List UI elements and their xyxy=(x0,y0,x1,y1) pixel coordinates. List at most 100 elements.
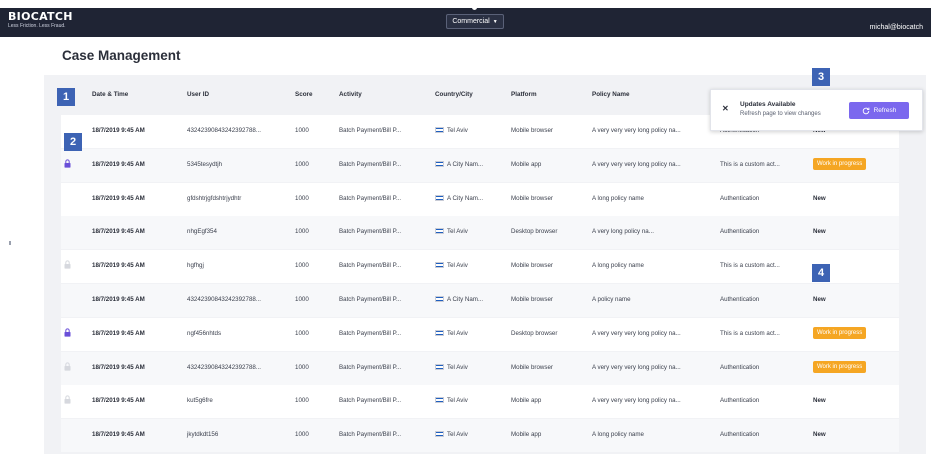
cell-rule: Authentication xyxy=(720,397,760,405)
toast-title: Updates Available xyxy=(740,101,796,108)
lock-icon[interactable] xyxy=(64,260,71,269)
cell-score: 1000 xyxy=(295,329,309,337)
user-menu[interactable]: michal@biocatch xyxy=(870,24,923,31)
table-row[interactable]: 18/7/2019 9:45 AM nhgEgf354 1000 Batch Paym… xyxy=(61,216,899,250)
toast-message: Refresh page to view changes xyxy=(740,111,821,117)
cell-policy-name: A very very very long policy na... xyxy=(592,397,681,405)
cell-user-id: 43242390843242392788... xyxy=(187,363,261,371)
cell-score: 1000 xyxy=(295,262,309,270)
cell-user-id: gfdshtrjgfdshtrjydhtr xyxy=(187,194,242,202)
cell-date: 18/7/2019 9:45 AM xyxy=(92,160,145,168)
callout-marker-1: 1 xyxy=(57,88,75,106)
environment-select[interactable]: Commercial ▼ xyxy=(446,14,504,29)
cell-activity: Batch Payment/Bill P... xyxy=(339,397,402,405)
column-header-date[interactable]: Date & Time xyxy=(92,91,128,98)
close-icon[interactable]: ✕ xyxy=(722,104,729,113)
cell-rule: Authentication xyxy=(720,194,760,202)
cell-policy-name: A long policy name xyxy=(592,262,644,270)
israel-flag-icon xyxy=(435,127,444,133)
cell-activity: Batch Payment/Bill P... xyxy=(339,194,402,202)
table-row[interactable]: 18/7/2019 9:45 AM gfdshtrjgfdshtrjydhtr 10… xyxy=(61,182,899,216)
israel-flag-icon xyxy=(435,228,444,235)
lock-icon[interactable] xyxy=(64,362,71,371)
callout-marker-2: 2 xyxy=(64,133,82,151)
city-label: Tel Aviv xyxy=(447,431,468,439)
column-header-score[interactable]: Score xyxy=(295,91,313,98)
table-row[interactable]: 18/7/2019 9:45 AM hgfhgj 1000 Batch Payment… xyxy=(61,250,899,284)
cell-platform: Desktop browser xyxy=(511,228,558,236)
cell-activity: Batch Payment/Bill P... xyxy=(339,160,402,168)
cell-policy-name: A very very very long policy na... xyxy=(592,363,681,371)
logo-tagline: Less Friction. Less Fraud. xyxy=(8,23,66,29)
israel-flag-icon xyxy=(435,194,444,201)
cell-platform: Mobile app xyxy=(511,431,542,439)
israel-flag-icon xyxy=(435,363,444,370)
cell-city: A City Nam... xyxy=(435,296,483,303)
cell-rule: Authentication xyxy=(720,296,760,303)
table-row[interactable]: 18/7/2019 9:45 AM 43242390843242392788...… xyxy=(61,284,899,317)
cell-date: 18/7/2019 9:45 AM xyxy=(92,228,145,236)
cell-score: 1000 xyxy=(295,296,309,303)
table-row[interactable]: 18/7/2019 9:45 AM kut5g6fre 1000 Batch Paym… xyxy=(61,385,899,419)
status-label: New xyxy=(813,431,826,439)
cell-score: 1000 xyxy=(295,397,309,405)
cell-city: Tel Aviv xyxy=(435,127,468,134)
table-row[interactable]: 18/7/2019 9:45 AM 5345tesydtjh 1000 Batch P… xyxy=(61,148,899,182)
cell-rule: This is a custom act... xyxy=(720,262,780,270)
callout-marker-4: 4 xyxy=(812,264,830,282)
cell-date: 18/7/2019 9:45 AM xyxy=(92,127,145,134)
cell-platform: Mobile app xyxy=(511,160,542,168)
cell-policy-name: A very long policy na... xyxy=(592,228,654,236)
table-row[interactable]: 18/7/2019 9:45 AM jkytdkdt156 1000 Batch Pa… xyxy=(61,419,899,453)
lock-icon[interactable] xyxy=(64,328,71,337)
cell-date: 18/7/2019 9:45 AM xyxy=(92,431,145,439)
side-handle[interactable] xyxy=(9,241,11,245)
column-header-activity[interactable]: Activity xyxy=(339,91,362,98)
cell-city: Tel Aviv xyxy=(435,397,468,404)
cell-city: Tel Aviv xyxy=(435,228,468,235)
cell-rule: Authentication xyxy=(720,363,760,371)
cell-city: Tel Aviv xyxy=(435,262,468,269)
cell-city: Tel Aviv xyxy=(435,329,468,337)
page-title: Case Management xyxy=(62,48,181,63)
cell-platform: Mobile browser xyxy=(511,127,553,134)
cell-user-id: 43242390843242392788... xyxy=(187,127,261,134)
cell-score: 1000 xyxy=(295,160,309,168)
cell-score: 1000 xyxy=(295,228,309,236)
cell-date: 18/7/2019 9:45 AM xyxy=(92,262,145,270)
israel-flag-icon xyxy=(435,431,444,438)
callout-marker-3: 3 xyxy=(812,68,830,86)
column-header-user-id[interactable]: User ID xyxy=(187,91,209,98)
cell-policy-name: A policy name xyxy=(592,296,631,303)
cell-city: A City Nam... xyxy=(435,160,483,168)
cell-activity: Batch Payment/Bill P... xyxy=(339,228,402,236)
city-label: Tel Aviv xyxy=(447,127,468,134)
cell-rule: This is a custom act... xyxy=(720,160,780,168)
column-header-platform[interactable]: Platform xyxy=(511,91,537,98)
israel-flag-icon xyxy=(435,262,444,269)
column-header-policy-name[interactable]: Policy Name xyxy=(592,91,629,98)
cell-policy-name: A very very very long policy na... xyxy=(592,160,681,168)
biocatch-logo[interactable]: BIOCATCH Less Friction. Less Fraud. xyxy=(8,11,73,30)
table-row[interactable]: 18/7/2019 9:45 AM ngf456nhtds 1000 Batch Pa… xyxy=(61,317,899,351)
cell-rule: Authentication xyxy=(720,431,760,439)
lock-icon[interactable] xyxy=(64,159,71,168)
refresh-button[interactable]: Refresh xyxy=(849,102,909,119)
cell-date: 18/7/2019 9:45 AM xyxy=(92,194,145,202)
lock-icon[interactable] xyxy=(64,395,71,404)
cell-rule: This is a custom act... xyxy=(720,329,780,337)
cell-platform: Desktop browser xyxy=(511,329,558,337)
cell-platform: Mobile app xyxy=(511,397,542,405)
cell-user-id: jkytdkdt156 xyxy=(187,431,219,439)
cell-city: Tel Aviv xyxy=(435,431,468,438)
cell-policy-name: A very very very long policy na... xyxy=(592,329,681,337)
israel-flag-icon xyxy=(435,397,444,404)
cell-score: 1000 xyxy=(295,127,309,134)
city-label: A City Nam... xyxy=(447,296,484,303)
table-row[interactable]: 18/7/2019 9:45 AM 43242390843242392788...… xyxy=(61,351,899,385)
cell-policy-name: A long policy name xyxy=(592,431,644,439)
cell-policy-name: A very very very long policy na... xyxy=(592,127,681,134)
column-header-country-city[interactable]: Country/City xyxy=(435,91,473,98)
cell-platform: Mobile browser xyxy=(511,363,553,371)
cell-platform: Mobile browser xyxy=(511,194,553,202)
